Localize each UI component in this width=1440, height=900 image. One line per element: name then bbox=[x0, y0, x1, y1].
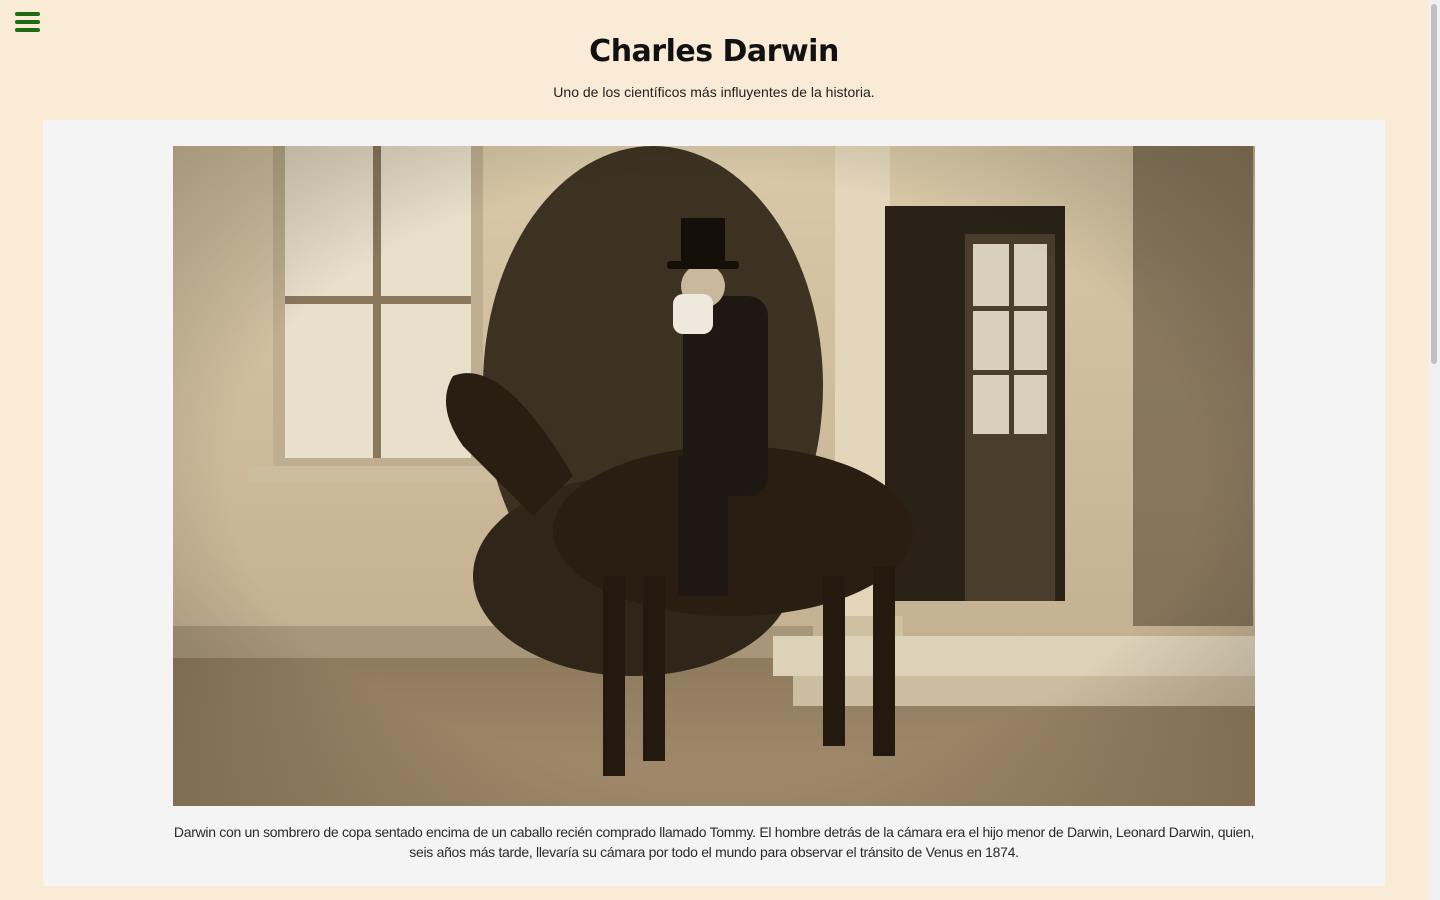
menu-bar-top bbox=[15, 12, 40, 16]
scrollbar-thumb[interactable] bbox=[1431, 4, 1437, 364]
darwin-photo bbox=[173, 146, 1255, 806]
page-title: Charles Darwin bbox=[589, 34, 839, 69]
menu-bar-bottom bbox=[15, 28, 40, 32]
hamburger-menu-icon[interactable] bbox=[15, 12, 40, 34]
page-subtitle: Uno de los científicos más influyentes d… bbox=[553, 84, 875, 100]
vertical-scrollbar[interactable] bbox=[1428, 0, 1440, 900]
menu-bar-middle bbox=[15, 20, 40, 24]
page: Charles Darwin Uno de los científicos má… bbox=[0, 0, 1440, 900]
photo-caption: Darwin con un sombrero de copa sentado e… bbox=[173, 824, 1255, 860]
tribute-card: Darwin con un sombrero de copa sentado e… bbox=[43, 120, 1385, 886]
